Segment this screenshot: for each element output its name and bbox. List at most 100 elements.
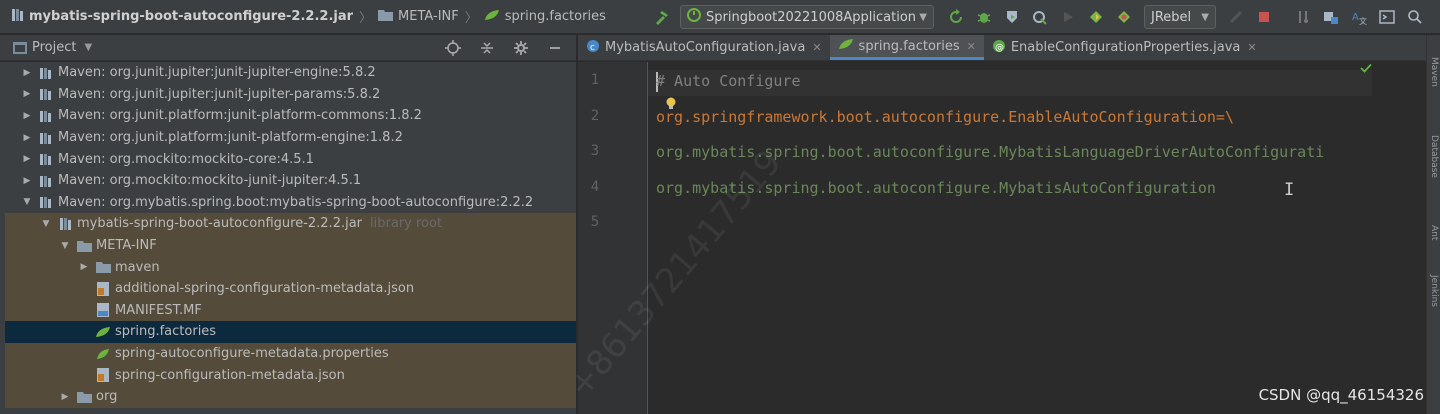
tool-window-tab[interactable]: Jenkins: [1429, 275, 1439, 307]
collapsed-arrow-icon[interactable]: ▶: [20, 111, 34, 121]
tree-node[interactable]: ▶ org: [5, 385, 576, 408]
attach-debugger-icon[interactable]: [1225, 6, 1247, 28]
translate-icon[interactable]: A文: [1348, 6, 1370, 28]
json-file-icon: [95, 281, 111, 296]
no-problems-check-icon[interactable]: [1360, 62, 1372, 76]
tree-node-label: mybatis-spring-boot-autoconfigure-2.2.2.…: [77, 216, 363, 232]
breadcrumb-item[interactable]: mybatis-spring-boot-autoconfigure-2.2.2.…: [10, 8, 353, 26]
project-icon: [12, 41, 28, 55]
jrebel-selector[interactable]: JRebel ▼: [1144, 5, 1216, 29]
tree-node[interactable]: ▼ META-INF: [5, 234, 576, 257]
tree-node-secondary-label: library root: [370, 216, 443, 232]
search-everywhere-icon[interactable]: [1404, 6, 1426, 28]
rerun-icon[interactable]: [945, 6, 967, 28]
breadcrumb-item[interactable]: META-INF: [378, 9, 459, 25]
spring-factories-icon: [95, 325, 111, 339]
run-configuration-selector[interactable]: Springboot20221008Application ▼: [680, 5, 934, 29]
json-file-icon: [95, 368, 111, 383]
tree-node-label: Maven: org.mockito:mockito-junit-jupiter…: [58, 173, 362, 189]
tree-node-label: spring-autoconfigure-metadata.properties: [115, 346, 389, 362]
tree-node[interactable]: ▶ Maven: org.junit.jupiter:junit-jupiter-…: [5, 84, 576, 106]
jrebel-debug-icon[interactable]: [1113, 6, 1135, 28]
folder-icon: [95, 260, 111, 274]
profiler-icon[interactable]: [1029, 6, 1051, 28]
mouse-ibeam-cursor-icon: I: [1284, 180, 1295, 200]
folder-icon: [378, 9, 394, 25]
project-panel-actions: [436, 37, 576, 59]
line-number[interactable]: 1: [578, 72, 612, 88]
tool-window-tab[interactable]: Ant: [1429, 225, 1439, 240]
editor-tab[interactable]: spring.factories ✕: [829, 35, 984, 60]
breadcrumb-separator: 〉: [359, 11, 373, 26]
close-icon[interactable]: ✕: [967, 40, 976, 53]
editor-error-stripe[interactable]: [1372, 62, 1426, 414]
chevron-down-icon: ▼: [84, 42, 93, 53]
tree-node[interactable]: ▶ Maven: org.junit.jupiter:junit-jupiter-…: [5, 62, 576, 84]
tree-node[interactable]: spring.factories: [5, 321, 576, 343]
project-view-selector[interactable]: Project ▼: [0, 40, 92, 55]
project-structure-icon[interactable]: [1320, 6, 1342, 28]
tool-window-tab[interactable]: Maven: [1429, 57, 1439, 87]
collapse-all-icon[interactable]: [476, 37, 498, 59]
collapsed-arrow-icon[interactable]: ▶: [58, 392, 72, 402]
stop-icon[interactable]: [1253, 6, 1275, 28]
tree-node[interactable]: ▼ Maven: org.mybatis.spring.boot:mybatis-…: [5, 192, 576, 214]
tree-node[interactable]: MANIFEST.MF: [5, 299, 576, 322]
collapsed-arrow-icon[interactable]: ▶: [20, 68, 34, 78]
breadcrumb-separator: 〉: [464, 11, 478, 26]
tree-node-label: spring.factories: [115, 324, 217, 340]
line-number[interactable]: 2: [578, 108, 612, 124]
expanded-arrow-icon[interactable]: ▼: [39, 219, 53, 229]
folder-icon: [76, 390, 92, 404]
editor-tab[interactable]: c MybatisAutoConfiguration.java ✕: [578, 35, 830, 60]
line-number[interactable]: 4: [578, 179, 612, 195]
tree-node[interactable]: ▶ Maven: org.mockito:mockito-junit-jupite…: [5, 170, 576, 192]
terminal-icon[interactable]: [1376, 6, 1398, 28]
spring-boot-icon: [687, 8, 701, 26]
tree-node-label: additional-spring-configuration-metadata…: [115, 281, 415, 297]
run-with-coverage-icon[interactable]: [1001, 6, 1023, 28]
library-icon: [38, 109, 54, 123]
tool-window-tab[interactable]: Database: [1429, 135, 1439, 178]
run-configuration-label: Springboot20221008Application: [706, 9, 917, 25]
tree-node[interactable]: spring-configuration-metadata.json: [5, 364, 576, 386]
tree-node[interactable]: ▶ Maven: org.junit.platform:junit-platfor…: [5, 127, 576, 149]
code-editor[interactable]: I # Auto Configure org.springframework.bo…: [648, 62, 1426, 414]
library-icon: [38, 174, 54, 188]
close-icon[interactable]: ✕: [1247, 41, 1256, 54]
tree-node-label: MANIFEST.MF: [115, 302, 202, 318]
jrebel-label: JRebel: [1151, 9, 1192, 25]
spring-factories-icon: [484, 9, 500, 25]
tree-node[interactable]: ▶ Maven: org.mockito:mockito-core:4.5.1: [5, 148, 576, 170]
line-number[interactable]: 5: [578, 214, 612, 230]
code-comment: # Auto Configure: [656, 72, 801, 90]
git-update-icon[interactable]: [1292, 6, 1314, 28]
gear-icon[interactable]: [510, 37, 532, 59]
jrebel-run-icon[interactable]: [1085, 6, 1107, 28]
close-icon[interactable]: ✕: [812, 41, 821, 54]
build-hammer-icon[interactable]: [651, 6, 673, 28]
breadcrumb-item[interactable]: spring.factories: [484, 9, 606, 25]
tree-node-label: META-INF: [96, 238, 157, 254]
locate-file-icon[interactable]: [442, 37, 464, 59]
tree-node[interactable]: additional-spring-configuration-metadata…: [5, 277, 576, 300]
expanded-arrow-icon[interactable]: ▼: [20, 197, 34, 207]
collapsed-arrow-icon[interactable]: ▶: [77, 262, 91, 272]
main-toolbar: Springboot20221008Application ▼ JRebel ▼: [648, 0, 1429, 34]
line-number[interactable]: 3: [578, 143, 612, 159]
library-icon: [38, 66, 54, 80]
run-icon[interactable]: [1057, 6, 1079, 28]
collapsed-arrow-icon[interactable]: ▶: [20, 176, 34, 186]
tree-node[interactable]: spring-autoconfigure-metadata.properties: [5, 342, 576, 365]
collapsed-arrow-icon[interactable]: ▶: [20, 154, 34, 164]
tree-node[interactable]: ▶ maven: [5, 256, 576, 278]
hide-panel-icon[interactable]: [544, 37, 566, 59]
editor-tab[interactable]: @ EnableConfigurationProperties.java ✕: [984, 35, 1265, 60]
collapsed-arrow-icon[interactable]: ▶: [20, 89, 34, 99]
debug-icon[interactable]: [973, 6, 995, 28]
collapsed-arrow-icon[interactable]: ▶: [20, 133, 34, 143]
code-line: org.springframework.boot.autoconfigure.E…: [656, 108, 1234, 126]
tree-node[interactable]: ▼ mybatis-spring-boot-autoconfigure-2.2.2…: [5, 213, 576, 235]
expanded-arrow-icon[interactable]: ▼: [58, 241, 72, 251]
tree-node[interactable]: ▶ Maven: org.junit.platform:junit-platfor…: [5, 105, 576, 127]
